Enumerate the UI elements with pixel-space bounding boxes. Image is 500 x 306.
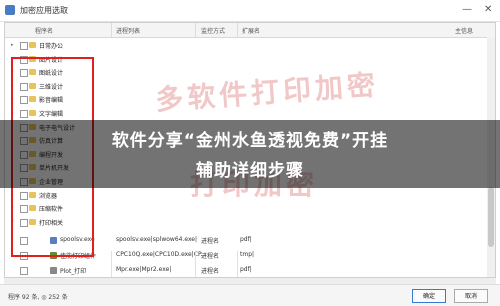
ok-button[interactable]: 确定 bbox=[412, 289, 446, 303]
window-title: 加密应用选取 bbox=[20, 6, 68, 15]
grid-line bbox=[195, 251, 196, 277]
app-icon bbox=[50, 267, 57, 274]
col-mode[interactable]: 监控方式 bbox=[201, 26, 225, 35]
count-info: 程序 92 条, ◎ 252 条 bbox=[8, 294, 68, 301]
process-list: spoolsv.exe|splwow64.exe| bbox=[116, 236, 198, 243]
overlay-line-1: 软件分享“金州水鱼透视免费”开挂 bbox=[111, 131, 389, 151]
col-divider bbox=[111, 23, 112, 37]
scroll-thumb[interactable] bbox=[488, 187, 494, 247]
monitor-mode: 进程名 bbox=[201, 253, 220, 260]
tree-item-label: 日常办公 bbox=[39, 43, 64, 50]
col-divider bbox=[195, 23, 196, 37]
grid-line bbox=[237, 251, 238, 277]
monitor-mode: 进程名 bbox=[201, 238, 220, 245]
cancel-button[interactable]: 取消 bbox=[454, 289, 488, 303]
col-process[interactable]: 进程列表 bbox=[116, 26, 140, 35]
table-header: 程序名 进程列表 监控方式 扩展名 主信息 bbox=[5, 23, 495, 38]
monitor-mode: 进程名 bbox=[201, 268, 220, 275]
process-list: CPC10Q.exe|CPC10D.exe|CP... bbox=[116, 251, 207, 258]
watermark-stamp: 多软件打印加密 bbox=[154, 68, 380, 117]
overlay-line-2: 辅助详细步骤 bbox=[196, 161, 304, 181]
grid-line bbox=[111, 251, 112, 277]
extension: pdf| bbox=[240, 236, 252, 243]
col-info[interactable]: 主信息 bbox=[455, 26, 473, 35]
program-name: Plot_打印 bbox=[60, 268, 87, 275]
folder-icon bbox=[29, 42, 36, 48]
minimize-button[interactable]: — bbox=[462, 4, 472, 16]
app-icon bbox=[5, 5, 15, 15]
extension: pdf| bbox=[240, 266, 252, 273]
expand-caret-icon[interactable]: ▸ bbox=[11, 42, 14, 48]
col-divider bbox=[237, 23, 238, 37]
extension: tmp| bbox=[240, 251, 255, 258]
table-row[interactable]: Plot_打印 Mpr.exe|Mpr2.exe| 进程名 pdf| bbox=[5, 264, 495, 277]
tree-item[interactable]: ▸ 日常办公 bbox=[5, 39, 125, 52]
bottom-bar: 程序 92 条, ◎ 252 条 确定 取消 bbox=[0, 284, 500, 306]
tree-checkbox[interactable] bbox=[20, 42, 28, 50]
close-button[interactable]: ✕ bbox=[484, 4, 492, 16]
process-list: Mpr.exe|Mpr2.exe| bbox=[116, 266, 172, 273]
col-program[interactable]: 程序名 bbox=[35, 26, 53, 35]
promo-overlay: 软件分享“金州水鱼透视免费”开挂 辅助详细步骤 bbox=[0, 120, 500, 188]
col-ext[interactable]: 扩展名 bbox=[242, 26, 260, 35]
title-bar: 加密应用选取 — ✕ bbox=[0, 0, 500, 22]
row-checkbox[interactable] bbox=[20, 267, 28, 275]
